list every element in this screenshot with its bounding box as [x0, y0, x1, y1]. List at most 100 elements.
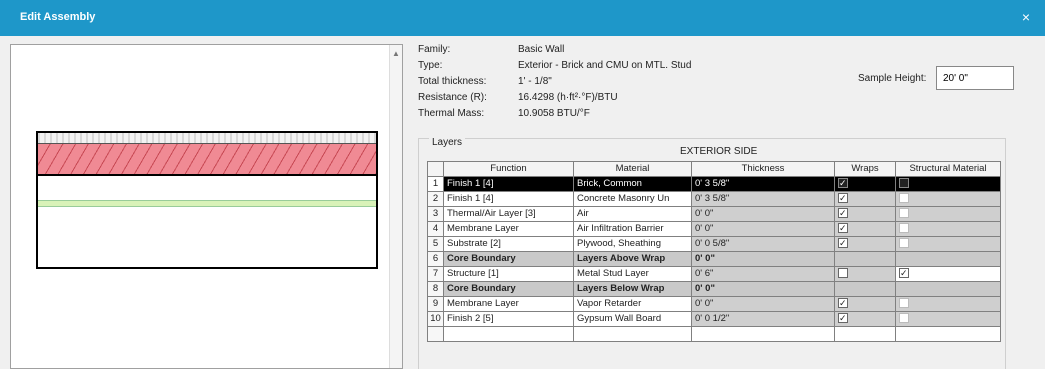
material-cell[interactable]: Vapor Retarder	[573, 296, 692, 312]
thickness-cell[interactable]: 0' 0"	[691, 251, 835, 267]
thickness-cell[interactable]: 0' 0"	[691, 221, 835, 237]
function-cell[interactable]: Substrate [2]	[443, 236, 574, 252]
material-cell[interactable]: Layers Below Wrap	[573, 281, 692, 297]
thickness-cell[interactable]: 0' 0"	[691, 296, 835, 312]
row-number[interactable]: 5	[427, 236, 444, 252]
scroll-up-icon[interactable]: ▲	[392, 49, 400, 58]
wraps-cell[interactable]	[834, 176, 896, 192]
thickness-cell[interactable]: 0' 3 5/8"	[691, 191, 835, 207]
structural-cell[interactable]	[895, 266, 1001, 282]
material-cell[interactable]: Metal Stud Layer	[573, 266, 692, 282]
column-header-material[interactable]: Material	[573, 161, 692, 177]
row-number[interactable]: 6	[427, 251, 444, 267]
thickness-cell[interactable]: 0' 0 5/8"	[691, 236, 835, 252]
wraps-cell[interactable]	[834, 251, 896, 267]
layer-row[interactable]: 3 Thermal/Air Layer [3] Air 0' 0"	[427, 206, 1001, 222]
column-header-wraps[interactable]: Wraps	[834, 161, 896, 177]
column-header-function[interactable]: Function	[443, 161, 574, 177]
row-number[interactable]: 2	[427, 191, 444, 207]
thickness-cell[interactable]: 0' 6"	[691, 266, 835, 282]
structural-cell[interactable]	[895, 296, 1001, 312]
layer-row[interactable]: 10 Finish 2 [5] Gypsum Wall Board 0' 0 1/2"	[427, 311, 1001, 327]
row-number[interactable]: 10	[427, 311, 444, 327]
wraps-cell[interactable]	[834, 236, 896, 252]
structural-material-checkbox[interactable]	[899, 238, 909, 249]
wraps-cell[interactable]	[834, 281, 896, 297]
thickness-cell[interactable]: 0' 3 5/8"	[691, 176, 835, 192]
function-cell[interactable]: Finish 1 [4]	[443, 176, 574, 192]
wraps-checkbox[interactable]	[838, 268, 848, 279]
layer-row[interactable]: 9 Membrane Layer Vapor Retarder 0' 0"	[427, 296, 1001, 312]
wraps-checkbox[interactable]	[838, 178, 848, 190]
wraps-checkbox[interactable]	[838, 313, 848, 325]
function-cell[interactable]: Membrane Layer	[443, 296, 574, 312]
structural-cell[interactable]	[895, 176, 1001, 192]
material-cell[interactable]: Brick, Common	[573, 176, 692, 192]
structural-material-checkbox[interactable]	[899, 193, 909, 204]
wraps-cell[interactable]	[834, 191, 896, 207]
function-cell[interactable]: Core Boundary	[443, 251, 574, 267]
close-icon[interactable]: ×	[1017, 8, 1035, 26]
material-cell[interactable]: Air Infiltration Barrier	[573, 221, 692, 237]
row-number[interactable]: 7	[427, 266, 444, 282]
wraps-checkbox[interactable]	[838, 208, 848, 220]
structural-material-checkbox[interactable]	[899, 178, 909, 189]
wall-preview-panel[interactable]: ▲	[10, 44, 403, 369]
structural-material-checkbox[interactable]	[899, 268, 909, 280]
structural-cell[interactable]	[895, 206, 1001, 222]
layer-row[interactable]: 7 Structure [1] Metal Stud Layer 0' 6"	[427, 266, 1001, 282]
layer-row[interactable]: 4 Membrane Layer Air Infiltration Barrier 0…	[427, 221, 1001, 237]
layer-row[interactable]: 8 Core Boundary Layers Below Wrap 0' 0"	[427, 281, 1001, 297]
function-cell[interactable]: Finish 1 [4]	[443, 191, 574, 207]
material-cell[interactable]: Gypsum Wall Board	[573, 311, 692, 327]
info-label: Resistance (R):	[418, 92, 487, 103]
structural-cell[interactable]	[895, 221, 1001, 237]
structural-material-checkbox[interactable]	[899, 298, 909, 309]
function-cell[interactable]: Core Boundary	[443, 281, 574, 297]
material-cell[interactable]: Concrete Masonry Un	[573, 191, 692, 207]
wraps-checkbox[interactable]	[838, 298, 848, 310]
wraps-cell[interactable]	[834, 221, 896, 237]
function-cell[interactable]: Membrane Layer	[443, 221, 574, 237]
preview-scrollbar[interactable]: ▲	[389, 45, 402, 368]
title-bar[interactable]: Edit Assembly ×	[0, 0, 1045, 36]
thickness-cell[interactable]: 0' 0"	[691, 281, 835, 297]
material-cell[interactable]: Layers Above Wrap	[573, 251, 692, 267]
structural-material-checkbox[interactable]	[899, 223, 909, 234]
thickness-cell[interactable]: 0' 0"	[691, 206, 835, 222]
structural-cell[interactable]	[895, 191, 1001, 207]
row-number[interactable]: 8	[427, 281, 444, 297]
row-number[interactable]: 9	[427, 296, 444, 312]
layers-header-row: Function Material Thickness Wraps Struct…	[427, 161, 1001, 177]
wraps-cell[interactable]	[834, 206, 896, 222]
material-cell[interactable]: Air	[573, 206, 692, 222]
layer-row[interactable]: 6 Core Boundary Layers Above Wrap 0' 0"	[427, 251, 1001, 267]
function-cell[interactable]: Thermal/Air Layer [3]	[443, 206, 574, 222]
wraps-cell[interactable]	[834, 266, 896, 282]
wraps-checkbox[interactable]	[838, 193, 848, 205]
structural-cell[interactable]	[895, 311, 1001, 327]
structural-cell[interactable]	[895, 251, 1001, 267]
layer-row[interactable]: 2 Finish 1 [4] Concrete Masonry Un 0' 3 5/8…	[427, 191, 1001, 207]
wraps-checkbox[interactable]	[838, 238, 848, 250]
wraps-cell[interactable]	[834, 296, 896, 312]
wraps-cell[interactable]	[834, 311, 896, 327]
row-number[interactable]: 3	[427, 206, 444, 222]
row-number[interactable]: 1	[427, 176, 444, 192]
structural-material-checkbox[interactable]	[899, 208, 909, 219]
column-header-number	[427, 161, 444, 177]
material-cell[interactable]: Plywood, Sheathing	[573, 236, 692, 252]
sample-height-input[interactable]	[936, 66, 1014, 90]
column-header-structural[interactable]: Structural Material	[895, 161, 1001, 177]
function-cell[interactable]: Structure [1]	[443, 266, 574, 282]
layer-row[interactable]: 1 Finish 1 [4] Brick, Common 0' 3 5/8"	[427, 176, 1001, 192]
structural-cell[interactable]	[895, 236, 1001, 252]
structural-cell[interactable]	[895, 281, 1001, 297]
layer-row[interactable]: 5 Substrate [2] Plywood, Sheathing 0' 0 5/8…	[427, 236, 1001, 252]
column-header-thickness[interactable]: Thickness	[691, 161, 835, 177]
row-number[interactable]: 4	[427, 221, 444, 237]
thickness-cell[interactable]: 0' 0 1/2"	[691, 311, 835, 327]
wraps-checkbox[interactable]	[838, 223, 848, 235]
structural-material-checkbox[interactable]	[899, 313, 909, 324]
function-cell[interactable]: Finish 2 [5]	[443, 311, 574, 327]
